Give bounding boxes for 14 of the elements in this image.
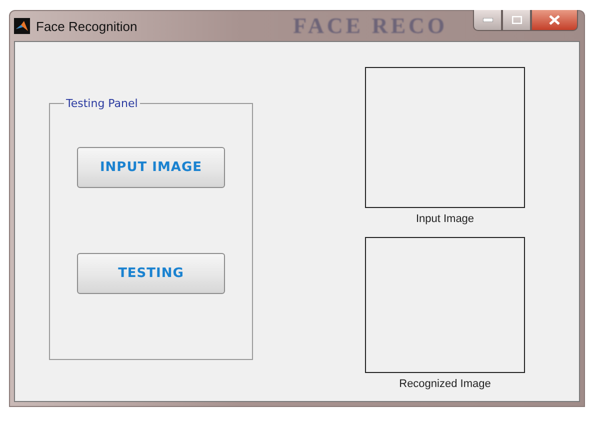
maximize-icon — [512, 16, 522, 24]
action-button[interactable]: TESTING — [77, 253, 225, 294]
panel-title: Testing Panel — [65, 97, 139, 110]
backdrop-text: FACE RECO — [293, 13, 448, 39]
minimize-icon — [482, 18, 492, 22]
app-icon — [14, 18, 30, 34]
close-button[interactable] — [531, 10, 578, 31]
action-button[interactable]: INPUT IMAGE — [77, 147, 225, 188]
minimize-button[interactable] — [473, 10, 502, 31]
maximize-button[interactable] — [502, 10, 531, 31]
close-icon — [549, 15, 560, 25]
axes-label: Input Image — [416, 213, 474, 225]
window-title: Face Recognition — [36, 18, 138, 34]
axes-label: Recognized Image — [399, 378, 491, 390]
